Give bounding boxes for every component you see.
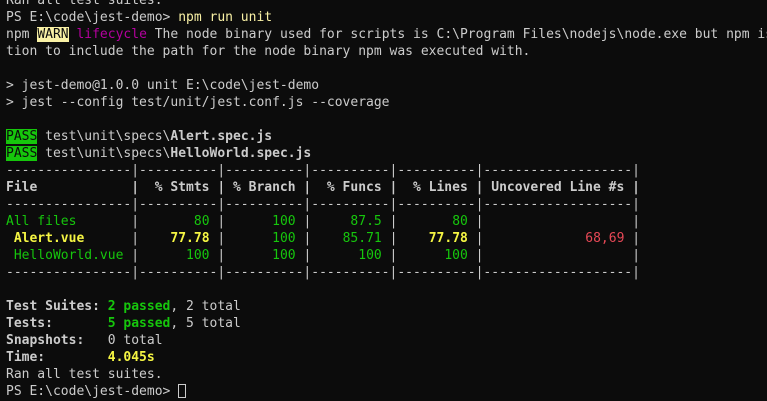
warn-badge: WARN [37, 27, 69, 42]
uncovered-value: | [483, 214, 641, 229]
cell-separator: | [624, 231, 641, 246]
uncovered-value: 68,69 [483, 231, 625, 246]
separator-text: ----------------|----------|----------|-… [6, 197, 640, 212]
test-dir: test\unit\specs\ [37, 146, 171, 161]
cell-separator: | [209, 231, 226, 246]
pass-badge: PASS [6, 129, 38, 144]
cell-separator: | [295, 248, 312, 263]
cell-separator: | [209, 214, 226, 229]
funcs-value: 87.5 [311, 214, 382, 229]
terminal-window[interactable]: Ran all test suites. PS E:\code\jest-dem… [0, 0, 767, 401]
pass-line-1: PASS test\unit\specs\Alert.spec.js [6, 128, 767, 145]
command-text: npm run unit [178, 10, 273, 25]
suites-passed: 2 passed [107, 299, 171, 314]
time-value: 4.045s [107, 350, 155, 365]
cell-separator: | [467, 231, 484, 246]
script-line-2: > jest --config test/unit/jest.conf.js -… [6, 94, 767, 111]
table-header: File | % Stmts | % Branch | % Funcs | % … [6, 179, 767, 196]
shell-prompt: PS E:\code\jest-demo> [6, 384, 179, 399]
stmts-value: 100 [139, 248, 210, 263]
table-separator: ----------------|----------|----------|-… [6, 264, 767, 281]
cell-separator: | [295, 231, 312, 246]
summary-label: Tests: [6, 316, 108, 331]
header-text: File | % Stmts | % Branch | % Funcs | % … [6, 180, 640, 195]
test-dir: test\unit\specs\ [37, 129, 171, 144]
cursor-icon[interactable] [178, 384, 187, 398]
funcs-value: 100 [311, 248, 382, 263]
summary-label: Test Suites: [6, 299, 108, 314]
funcs-value: 85.71 [311, 231, 382, 246]
pass-line-2: PASS test\unit\specs\HelloWorld.spec.js [6, 145, 767, 162]
script-line-1: > jest-demo@1.0.0 unit E:\code\jest-demo [6, 77, 767, 94]
warn-line-2: tion to include the path for the node bi… [6, 43, 767, 60]
tests-total: , 5 total [170, 316, 241, 331]
separator-text: ----------------|----------|----------|-… [6, 163, 640, 178]
lifecycle-label: lifecycle [68, 27, 147, 42]
summary-suites: Test Suites: 2 passed, 2 total [6, 298, 767, 315]
pass-badge: PASS [6, 146, 38, 161]
cell-separator: | [467, 214, 484, 229]
previous-output: Ran all test suites. [6, 0, 163, 8]
test-file: HelloWorld.spec.js [170, 146, 312, 161]
command-line[interactable]: PS E:\code\jest-demo> [6, 383, 767, 400]
shell-prompt: PS E:\code\jest-demo> [6, 10, 179, 25]
summary-time: Time: 4.045s [6, 349, 767, 366]
summary-label: Time: [6, 350, 108, 365]
table-separator: ----------------|----------|----------|-… [6, 162, 767, 179]
cell-separator: | [381, 231, 398, 246]
summary-tests: Tests: 5 passed, 5 total [6, 315, 767, 332]
lines-value: 77.78 [397, 231, 468, 246]
stmts-value: 77.78 [139, 231, 210, 246]
npm-prefix: npm [6, 27, 38, 42]
table-row: All files | 80 | 100 | 87.5 | 80 | | [6, 213, 767, 230]
branch-value: 100 [225, 248, 296, 263]
summary-label: Snapshots: [6, 333, 108, 348]
script-name: > jest-demo@1.0.0 unit E:\code\jest-demo [6, 78, 320, 93]
table-separator: ----------------|----------|----------|-… [6, 196, 767, 213]
summary-snapshots: Snapshots: 0 total [6, 332, 767, 349]
cell-separator: | [381, 214, 398, 229]
separator-text: ----------------|----------|----------|-… [6, 265, 640, 280]
branch-value: 100 [225, 214, 296, 229]
warn-message: The node binary used for scripts is C:\P… [146, 27, 767, 42]
table-row: HelloWorld.vue | 100 | 100 | 100 | 100 |… [6, 247, 767, 264]
command-line: PS E:\code\jest-demo> npm run unit [6, 9, 767, 26]
warn-message-cont: tion to include the path for the node bi… [6, 44, 531, 59]
cell-separator: | [295, 214, 312, 229]
file-name: Alert.vue [6, 231, 85, 246]
suites-total: , 2 total [170, 299, 241, 314]
lines-value: 80 [397, 214, 468, 229]
script-command: > jest --config test/unit/jest.conf.js -… [6, 95, 390, 110]
uncovered-value: | [483, 248, 641, 263]
tests-passed: 5 passed [107, 316, 171, 331]
branch-value: 100 [225, 231, 296, 246]
cell-separator: | [84, 231, 140, 246]
cell-separator: | [76, 214, 140, 229]
warn-line-1: npm WARN lifecycle The node binary used … [6, 26, 767, 43]
lines-value: 100 [397, 248, 468, 263]
stmts-value: 80 [139, 214, 210, 229]
cell-separator: | [381, 248, 398, 263]
file-name: All files [6, 214, 77, 229]
file-name: HelloWorld.vue [6, 248, 124, 263]
cell-separator: | [123, 248, 140, 263]
ran-all-text: Ran all test suites. [6, 367, 163, 382]
summary-ran-all: Ran all test suites. [6, 366, 767, 383]
cell-separator: | [467, 248, 484, 263]
test-file: Alert.spec.js [170, 129, 273, 144]
table-row: Alert.vue | 77.78 | 100 | 85.71 | 77.78 … [6, 230, 767, 247]
cell-separator: | [209, 248, 226, 263]
terminal-output: Ran all test suites. PS E:\code\jest-dem… [6, 0, 767, 400]
snapshots-value: 0 total [107, 333, 163, 348]
output-line: Ran all test suites. [6, 0, 767, 9]
